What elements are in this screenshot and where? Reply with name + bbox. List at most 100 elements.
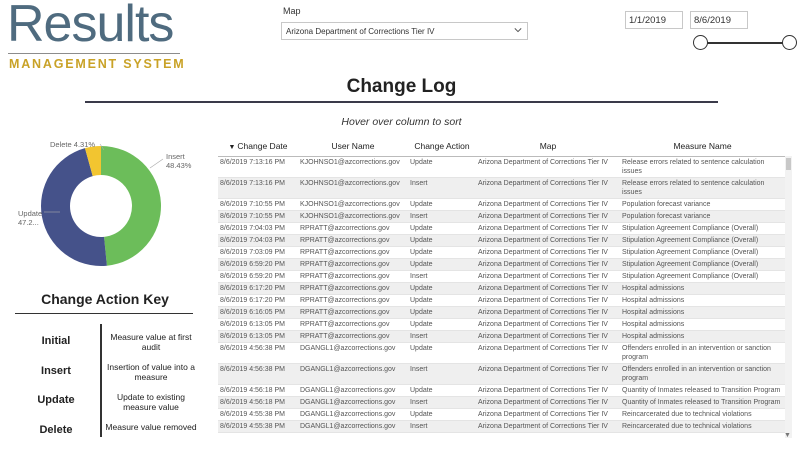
date-range-end-handle[interactable]	[782, 35, 797, 50]
change-log-table-container[interactable]: ▼ Change Date User Name Change Action Map…	[218, 136, 785, 450]
cell-map: Arizona Department of Corrections Tier I…	[476, 420, 620, 433]
logo-divider	[8, 53, 180, 54]
column-header-user-name[interactable]: User Name	[298, 136, 408, 157]
cell-change-date: 8/6/2019 6:13:05 PM	[218, 330, 298, 343]
cell-user-name: DGANGL1@azcorrections.gov	[298, 342, 408, 364]
table-row[interactable]: 8/6/2019 6:13:05 PM RPRATT@azcorrections.…	[218, 330, 785, 343]
cell-change-action: Update	[408, 408, 476, 421]
cell-map: Arizona Department of Corrections Tier I…	[476, 198, 620, 211]
cell-change-action: Update	[408, 318, 476, 331]
key-term-insert: Insert	[41, 365, 71, 377]
table-row[interactable]: 8/6/2019 7:03:09 PM RPRATT@azcorrections.…	[218, 246, 785, 259]
cell-change-date: 8/6/2019 6:17:20 PM	[218, 282, 298, 295]
key-vertical-divider	[100, 324, 102, 437]
cell-change-date: 8/6/2019 4:56:18 PM	[218, 384, 298, 397]
change-action-key-title: Change Action Key	[41, 291, 169, 307]
logo-subtitle: MANAGEMENT SYSTEM	[9, 57, 186, 71]
cell-change-action: Insert	[408, 396, 476, 409]
cell-change-action: Insert	[408, 420, 476, 433]
cell-change-action: Update	[408, 246, 476, 259]
insert-slice[interactable]	[101, 146, 162, 266]
table-row[interactable]: 8/6/2019 4:56:38 PM DGANGL1@azcorrections…	[218, 363, 785, 385]
cell-user-name: RPRATT@azcorrections.gov	[298, 318, 408, 331]
cell-measure-name: Hospital admissions	[620, 306, 785, 319]
cell-map: Arizona Department of Corrections Tier I…	[476, 177, 620, 199]
cell-change-date: 8/6/2019 6:59:20 PM	[218, 258, 298, 271]
cell-change-date: 8/6/2019 4:56:18 PM	[218, 396, 298, 409]
cell-map: Arizona Department of Corrections Tier I…	[476, 318, 620, 331]
results-logo: Results MANAGEMENT SYSTEM	[5, 0, 185, 75]
end-date-input[interactable]: 8/6/2019	[690, 11, 748, 29]
start-date-input[interactable]: 1/1/2019	[625, 11, 683, 29]
cell-measure-name: Quantity of Inmates released to Transiti…	[620, 396, 785, 409]
cell-change-action: Update	[408, 306, 476, 319]
cell-user-name: RPRATT@azcorrections.gov	[298, 294, 408, 307]
cell-user-name: RPRATT@azcorrections.gov	[298, 258, 408, 271]
cell-user-name: KJOHNSO1@azcorrections.gov	[298, 177, 408, 199]
cell-user-name: DGANGL1@azcorrections.gov	[298, 363, 408, 385]
table-row[interactable]: 8/6/2019 4:55:38 PM DGANGL1@azcorrections…	[218, 408, 785, 421]
cell-map: Arizona Department of Corrections Tier I…	[476, 234, 620, 247]
page-title: Change Log	[346, 76, 457, 97]
column-header-change-action[interactable]: Change Action	[408, 136, 476, 157]
cell-measure-name: Population forecast variance	[620, 210, 785, 223]
table-row[interactable]: 8/6/2019 4:56:18 PM DGANGL1@azcorrections…	[218, 384, 785, 397]
date-range-slider-track[interactable]	[700, 42, 790, 44]
cell-change-date: 8/6/2019 6:13:05 PM	[218, 318, 298, 331]
delete-slice-label: Delete 4.31%	[50, 140, 96, 149]
table-row[interactable]: 8/6/2019 6:59:20 PM RPRATT@azcorrections.…	[218, 270, 785, 283]
cell-map: Arizona Department of Corrections Tier I…	[476, 396, 620, 409]
cell-change-action: Update	[408, 282, 476, 295]
cell-change-date: 8/6/2019 6:59:20 PM	[218, 270, 298, 283]
key-term-initial: Initial	[41, 335, 71, 347]
cell-map: Arizona Department of Corrections Tier I…	[476, 156, 620, 178]
scroll-down-arrow-icon[interactable]: ▼	[784, 432, 791, 439]
cell-measure-name: Stipulation Agreement Compliance (Overal…	[620, 270, 785, 283]
column-header-measure-name[interactable]: Measure Name	[620, 136, 785, 157]
cell-map: Arizona Department of Corrections Tier I…	[476, 258, 620, 271]
table-row[interactable]: 8/6/2019 7:10:55 PM KJOHNSO1@azcorrection…	[218, 198, 785, 211]
cell-user-name: DGANGL1@azcorrections.gov	[298, 420, 408, 433]
cell-change-date: 8/6/2019 6:16:05 PM	[218, 306, 298, 319]
map-select-value: Arizona Department of Corrections Tier I…	[286, 27, 435, 36]
table-row[interactable]: 8/6/2019 7:13:16 PM KJOHNSO1@azcorrection…	[218, 177, 785, 199]
date-range-start-handle[interactable]	[693, 35, 708, 50]
table-row[interactable]: 8/6/2019 7:04:03 PM RPRATT@azcorrections.…	[218, 234, 785, 247]
column-header-change-date[interactable]: ▼ Change Date	[218, 136, 298, 157]
cell-map: Arizona Department of Corrections Tier I…	[476, 306, 620, 319]
sort-descending-icon: ▼	[228, 143, 236, 151]
cell-change-date: 8/6/2019 7:10:55 PM	[218, 198, 298, 211]
table-row[interactable]: 8/6/2019 6:17:20 PM RPRATT@azcorrections.…	[218, 282, 785, 295]
table-scrollbar-thumb[interactable]	[786, 158, 791, 170]
cell-user-name: RPRATT@azcorrections.gov	[298, 246, 408, 259]
cell-change-action: Update	[408, 198, 476, 211]
table-row[interactable]: 8/6/2019 6:17:20 PM RPRATT@azcorrections.…	[218, 294, 785, 307]
cell-user-name: RPRATT@azcorrections.gov	[298, 234, 408, 247]
table-row[interactable]: 8/6/2019 4:56:38 PM DGANGL1@azcorrections…	[218, 342, 785, 364]
table-row[interactable]: 8/6/2019 6:13:05 PM RPRATT@azcorrections.…	[218, 318, 785, 331]
logo-wordmark: Results	[7, 0, 174, 53]
cell-user-name: KJOHNSO1@azcorrections.gov	[298, 210, 408, 223]
cell-change-date: 8/6/2019 7:03:09 PM	[218, 246, 298, 259]
column-header-map[interactable]: Map	[476, 136, 620, 157]
cell-measure-name: Offenders enrolled in an intervention or…	[620, 363, 785, 385]
cell-change-date: 8/6/2019 7:04:03 PM	[218, 234, 298, 247]
cell-change-date: 8/6/2019 4:56:38 PM	[218, 363, 298, 385]
cell-measure-name: Hospital admissions	[620, 294, 785, 307]
table-row[interactable]: 8/6/2019 7:13:16 PM KJOHNSO1@azcorrection…	[218, 156, 785, 178]
table-row[interactable]: 8/6/2019 4:55:38 PM DGANGL1@azcorrections…	[218, 420, 785, 433]
cell-change-date: 8/6/2019 7:13:16 PM	[218, 177, 298, 199]
map-filter-label: Map	[283, 6, 301, 16]
table-row[interactable]: 8/6/2019 6:16:05 PM RPRATT@azcorrections.…	[218, 306, 785, 319]
table-row[interactable]: 8/6/2019 4:56:18 PM DGANGL1@azcorrections…	[218, 396, 785, 409]
cell-map: Arizona Department of Corrections Tier I…	[476, 282, 620, 295]
key-desc-delete: Measure value removed	[105, 422, 197, 432]
table-row[interactable]: 8/6/2019 7:10:55 PM KJOHNSO1@azcorrection…	[218, 210, 785, 223]
table-scrollbar[interactable]	[785, 156, 792, 438]
map-select-dropdown[interactable]: Arizona Department of Corrections Tier I…	[281, 22, 528, 40]
cell-change-action: Update	[408, 234, 476, 247]
cell-change-action: Update	[408, 294, 476, 307]
table-row[interactable]: 8/6/2019 6:59:20 PM RPRATT@azcorrections.…	[218, 258, 785, 271]
table-row[interactable]: 8/6/2019 7:04:03 PM RPRATT@azcorrections.…	[218, 222, 785, 235]
cell-user-name: RPRATT@azcorrections.gov	[298, 222, 408, 235]
